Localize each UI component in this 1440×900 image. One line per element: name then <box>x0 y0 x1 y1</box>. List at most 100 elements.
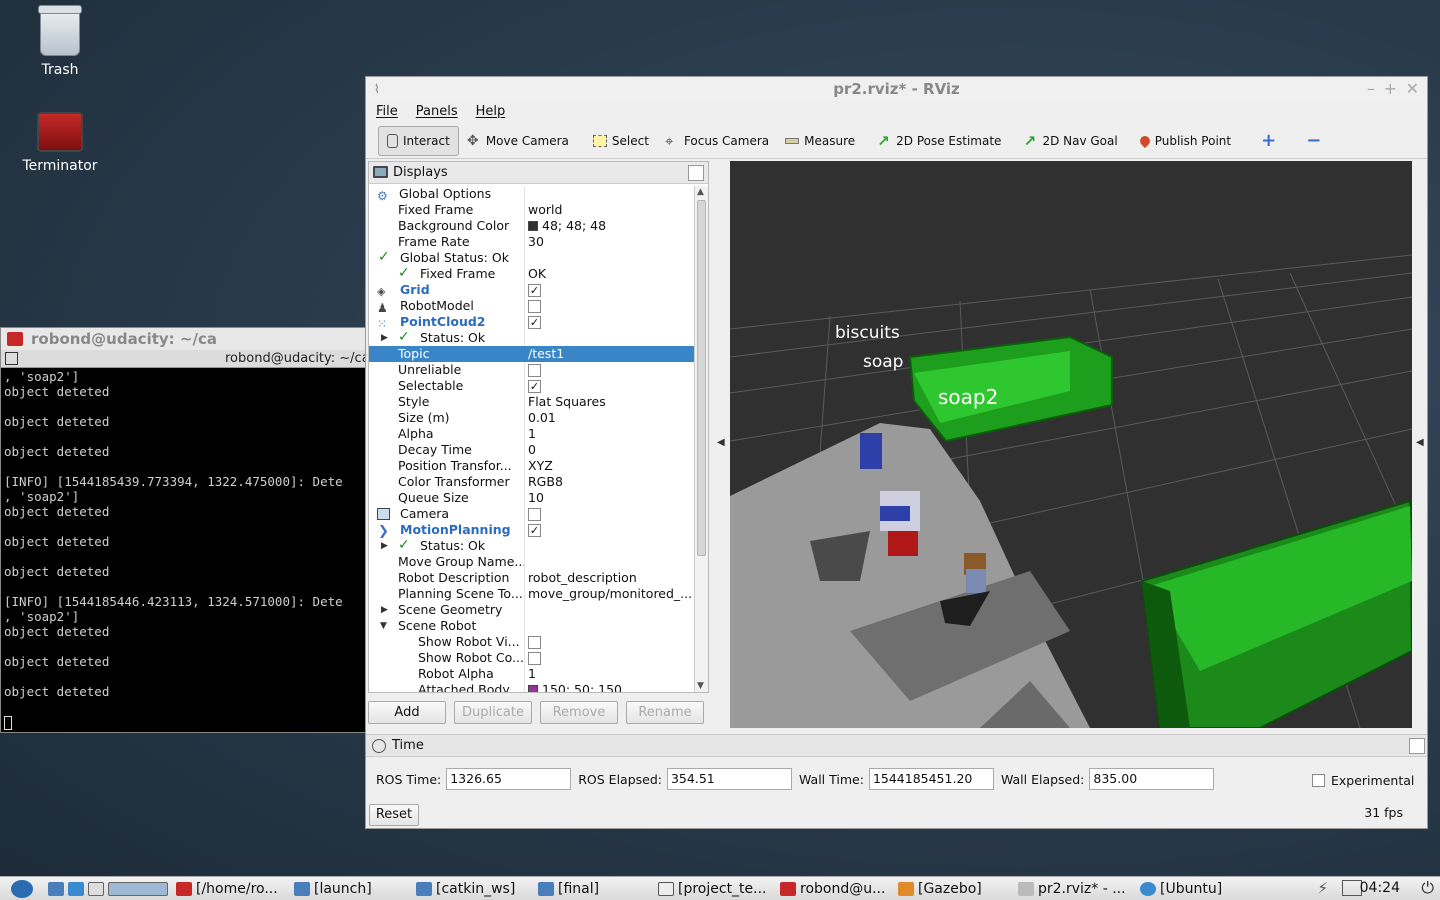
robotmodel-enabled-checkbox[interactable] <box>528 299 541 313</box>
taskbar-item[interactable]: [launch] <box>290 878 412 900</box>
grid-enabled-checkbox[interactable]: ✓ <box>528 283 541 297</box>
desktop-icon[interactable] <box>48 881 64 896</box>
displays-tree[interactable]: ⚙ Global Options Fixed Frame world Backgr… <box>369 186 694 692</box>
tree-row-attached-body-color[interactable]: Attached Body... 150; 50; 150 <box>369 682 694 692</box>
tree-row-global-options[interactable]: ⚙ Global Options <box>369 186 694 202</box>
wall-elapsed-field[interactable]: 835.00 <box>1089 768 1215 790</box>
tree-row-decay-time[interactable]: Decay Time 0 <box>369 442 694 458</box>
terminal-tab[interactable]: robond@udacity: ~/ca <box>1 350 365 368</box>
menu-help[interactable]: Help <box>476 101 506 123</box>
unreliable-checkbox[interactable] <box>528 363 541 377</box>
tree-row-planning-scene-topic[interactable]: Planning Scene To... move_group/monitore… <box>369 586 694 602</box>
tree-row-frame-rate[interactable]: Frame Rate 30 <box>369 234 694 250</box>
desktop-icon-terminator[interactable]: Terminator <box>10 112 110 174</box>
start-menu-button[interactable] <box>0 878 44 900</box>
tree-row-camera[interactable]: Camera <box>369 506 694 522</box>
taskbar-item[interactable]: pr2.rviz* - ... <box>1014 878 1136 900</box>
scroll-up-icon[interactable]: ▲ <box>697 187 704 197</box>
collapse-right-icon[interactable]: ◀ <box>1416 437 1424 448</box>
taskbar-item[interactable]: [Ubuntu] <box>1136 878 1246 900</box>
tree-row-background-color[interactable]: Background Color 48; 48; 48 <box>369 218 694 234</box>
remove-tool-button[interactable]: − <box>1298 126 1329 156</box>
tree-row-status-ok[interactable]: ▶ ✓ Status: Ok <box>369 330 694 346</box>
scrollbar-thumb[interactable] <box>697 200 706 556</box>
taskbar-clock[interactable]: 04:24 <box>1360 880 1400 896</box>
menu-file[interactable]: File <box>376 101 398 123</box>
tool-publish-point[interactable]: Publish Point <box>1132 126 1239 156</box>
tree-row-show-robot-visual[interactable]: Show Robot Vi... <box>369 634 694 650</box>
camera-enabled-checkbox[interactable] <box>528 507 541 521</box>
tree-row-scene-geometry[interactable]: ▶ Scene Geometry <box>369 602 694 618</box>
rviz-window[interactable]: ⌇ pr2.rviz* - RViz – + ✕ File Panels Hel… <box>365 76 1428 829</box>
tree-row-pointcloud2[interactable]: ⁙ PointCloud2 ✓ <box>369 314 694 330</box>
tree-row-selectable[interactable]: Selectable ✓ <box>369 378 694 394</box>
power-plug-icon[interactable]: ⚡ <box>1317 879 1328 897</box>
tree-row-topic[interactable]: Topic /test1 <box>369 346 694 362</box>
displays-scrollbar[interactable]: ▲ ▼ <box>694 186 708 692</box>
minimize-icon[interactable]: – <box>1367 77 1375 101</box>
selectable-checkbox[interactable]: ✓ <box>528 379 541 393</box>
taskbar-item[interactable]: [/home/ro... <box>172 878 290 900</box>
ros-time-field[interactable]: 1326.65 <box>446 768 572 790</box>
terminal-window[interactable]: robond@udacity: ~/ca robond@udacity: ~/c… <box>0 327 366 733</box>
rename-button[interactable]: Rename <box>626 701 704 724</box>
expand-arrow-icon[interactable]: ▶ <box>381 330 388 346</box>
tree-row-fixed-frame[interactable]: Fixed Frame world <box>369 202 694 218</box>
expand-arrow-icon[interactable]: ▶ <box>381 602 388 618</box>
tree-row-unreliable[interactable]: Unreliable <box>369 362 694 378</box>
motionplanning-enabled-checkbox[interactable]: ✓ <box>528 523 541 537</box>
add-tool-button[interactable]: + <box>1253 126 1284 156</box>
tree-row-robotmodel[interactable]: ♟ RobotModel <box>369 298 694 314</box>
tree-row-queue-size[interactable]: Queue Size 10 <box>369 490 694 506</box>
taskbar-item[interactable]: [project_te... <box>654 878 776 900</box>
tool-focus-camera[interactable]: ⌖ Focus Camera <box>657 126 777 156</box>
collapse-arrow-icon[interactable]: ▼ <box>380 618 387 634</box>
window-icon[interactable] <box>88 881 104 896</box>
close-icon[interactable]: ✕ <box>1406 77 1419 101</box>
panel-close-checkbox[interactable] <box>688 165 704 181</box>
tool-measure[interactable]: Measure <box>777 126 863 156</box>
grid-icon[interactable] <box>5 352 18 365</box>
tool-select[interactable]: Select <box>585 126 657 156</box>
shutdown-icon[interactable]: ⏻ <box>1421 878 1434 898</box>
pointcloud2-enabled-checkbox[interactable]: ✓ <box>528 315 541 329</box>
menu-panels[interactable]: Panels <box>416 101 458 123</box>
collapse-left-icon[interactable]: ◀ <box>717 437 725 448</box>
tree-row-robot-description[interactable]: Robot Description robot_description <box>369 570 694 586</box>
terminal-output[interactable]: , 'soap2'] object deteted object deteted ob… <box>1 368 365 732</box>
tree-row-motionplanning[interactable]: ❯ MotionPlanning ✓ <box>369 522 694 538</box>
tree-row-robot-alpha[interactable]: Robot Alpha 1 <box>369 666 694 682</box>
tree-row-mp-status[interactable]: ▶ ✓ Status: Ok <box>369 538 694 554</box>
show-robot-collision-checkbox[interactable] <box>528 651 541 665</box>
tree-row-color-transformer[interactable]: Color Transformer RGB8 <box>369 474 694 490</box>
duplicate-button[interactable]: Duplicate <box>454 701 532 724</box>
tool-2d-nav-goal[interactable]: ↗ 2D Nav Goal <box>1015 126 1125 156</box>
terminal-titlebar[interactable]: robond@udacity: ~/ca <box>1 328 365 350</box>
show-robot-visual-checkbox[interactable] <box>528 635 541 649</box>
row-value[interactable]: /test1 <box>528 346 564 362</box>
tree-row-move-group-name[interactable]: Move Group Name... <box>369 554 694 570</box>
scroll-down-icon[interactable]: ▼ <box>697 681 704 691</box>
tree-row-style[interactable]: Style Flat Squares <box>369 394 694 410</box>
tool-interact[interactable]: Interact <box>378 125 459 156</box>
tree-row-size[interactable]: Size (m) 0.01 <box>369 410 694 426</box>
tree-row-show-robot-collision[interactable]: Show Robot Co... <box>369 650 694 666</box>
rviz-titlebar[interactable]: ⌇ pr2.rviz* - RViz – + ✕ <box>366 77 1427 101</box>
right-splitter[interactable]: ◀ <box>1414 161 1426 728</box>
network-icon[interactable] <box>68 881 84 896</box>
maximize-icon[interactable]: + <box>1384 77 1397 101</box>
experimental-toggle[interactable]: Experimental <box>1312 773 1414 788</box>
tree-row-fixed-frame-status[interactable]: ✓ Fixed Frame OK <box>369 266 694 282</box>
terminal-prompt[interactable] <box>4 714 362 730</box>
remove-button[interactable]: Remove <box>540 701 618 724</box>
taskbar-item[interactable]: [catkin_ws] <box>412 878 534 900</box>
expand-arrow-icon[interactable]: ▶ <box>381 538 388 554</box>
scene-render[interactable] <box>730 161 1412 728</box>
tree-row-global-status[interactable]: ✓ Global Status: Ok <box>369 250 694 266</box>
taskbar-item[interactable]: [Gazebo] <box>894 878 1014 900</box>
tree-row-position-transformer[interactable]: Position Transfor... XYZ <box>369 458 694 474</box>
tree-row-scene-robot[interactable]: ▼ Scene Robot <box>369 618 694 634</box>
reset-button[interactable]: Reset <box>369 804 419 826</box>
tree-row-grid[interactable]: ◈ Grid ✓ <box>369 282 694 298</box>
tree-row-alpha[interactable]: Alpha 1 <box>369 426 694 442</box>
